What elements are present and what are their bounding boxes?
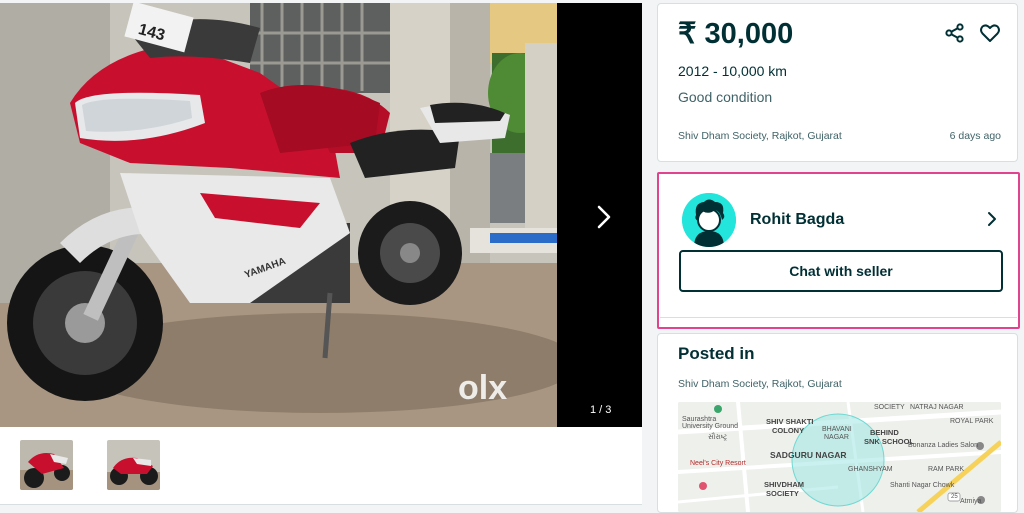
- condition-text: Good condition: [678, 89, 773, 105]
- seller-card: Rohit Bagda Chat with seller: [657, 172, 1020, 329]
- map-label-bhavani: BHAVANI: [822, 426, 852, 433]
- map-label-shivdham: SHIVDHAM: [764, 480, 805, 489]
- heart-icon[interactable]: [979, 22, 1001, 44]
- thumbnail-1[interactable]: [20, 440, 73, 490]
- map-label-ghanshyam: GHANSHYAM: [848, 466, 893, 473]
- favourite-icon-graphic: [980, 24, 1000, 42]
- chevron-right-icon: [597, 205, 611, 229]
- map-label-university: Saurashtra University Ground: [682, 416, 739, 430]
- map-label-royal-park: ROYAL PARK: [950, 418, 994, 425]
- seller-avatar[interactable]: [682, 193, 736, 247]
- thumbnail-strip: [0, 427, 642, 505]
- share-icon-graphic: [945, 23, 964, 43]
- seller-section: Rohit Bagda Chat with seller: [660, 175, 1017, 318]
- avatar-icon: [682, 193, 736, 247]
- map-label-society: SOCIETY: [874, 404, 905, 411]
- map-label-atmiya: Atmiya: [960, 498, 982, 505]
- posted-time: 6 days ago: [949, 130, 1001, 142]
- price-card: ₹ 30,000 2012 - 10,000 km Good condition…: [657, 3, 1018, 162]
- next-image-arrow[interactable]: [592, 199, 618, 235]
- posted-in-location: Shiv Dham Society, Rajkot, Gujarat: [678, 378, 842, 390]
- location-map[interactable]: Saurashtra University Ground સૌરાષ્ટ્ર S…: [678, 402, 1001, 512]
- share-icon[interactable]: [944, 22, 966, 44]
- thumbnail-2[interactable]: [107, 440, 160, 490]
- chevron-right-icon: [988, 212, 996, 226]
- map-label-behind: BEHIND: [870, 428, 899, 437]
- listing-location: Shiv Dham Society, Rajkot, Gujarat: [678, 130, 842, 142]
- map-label-ram-park: RAM PARK: [928, 466, 965, 473]
- map-label-shanti-nagar: Shanti Nagar Chowk: [890, 482, 955, 489]
- map-label-snk-school: SNK SCHOOL: [864, 437, 915, 446]
- thumbnail-image: [20, 440, 73, 490]
- chat-with-seller-button[interactable]: Chat with seller: [679, 250, 1003, 292]
- map-label-colony: COLONY: [772, 426, 805, 435]
- map-label-nagar: NAGAR: [824, 434, 849, 441]
- seller-name[interactable]: Rohit Bagda: [750, 211, 844, 229]
- olx-watermark: olx: [458, 369, 507, 407]
- motorcycle-photo: 143 YAMAHA olx: [0, 3, 557, 427]
- posted-in-title: Posted in: [678, 344, 755, 363]
- listing-photo[interactable]: 143 YAMAHA olx: [0, 3, 557, 427]
- map-label-shiv-shakti: SHIV SHAKTI: [766, 417, 814, 426]
- year-mileage: 2012 - 10,000 km: [678, 63, 787, 79]
- seller-profile-link[interactable]: [985, 211, 999, 227]
- map-label-highway: 25: [951, 494, 958, 500]
- image-counter: 1 / 3: [590, 404, 612, 416]
- map-label-sadguru: SADGURU NAGAR: [770, 450, 847, 460]
- image-gallery[interactable]: 143 YAMAHA olx 1 / 3: [0, 3, 642, 427]
- thumbnail-image: [107, 440, 160, 490]
- map-label-university-local: સૌરાષ્ટ્ર: [708, 434, 728, 441]
- map-label-shivdham-society: SOCIETY: [766, 489, 799, 498]
- listing-price: ₹ 30,000: [678, 18, 794, 50]
- map-label-neel: Neel's City Resort: [690, 460, 746, 467]
- posted-in-card: Posted in Shiv Dham Society, Rajkot, Guj…: [657, 333, 1018, 513]
- map-label-natraj: NATRAJ NAGAR: [910, 404, 964, 411]
- map-label-bonanza: Bonanza Ladies Salon: [908, 442, 979, 449]
